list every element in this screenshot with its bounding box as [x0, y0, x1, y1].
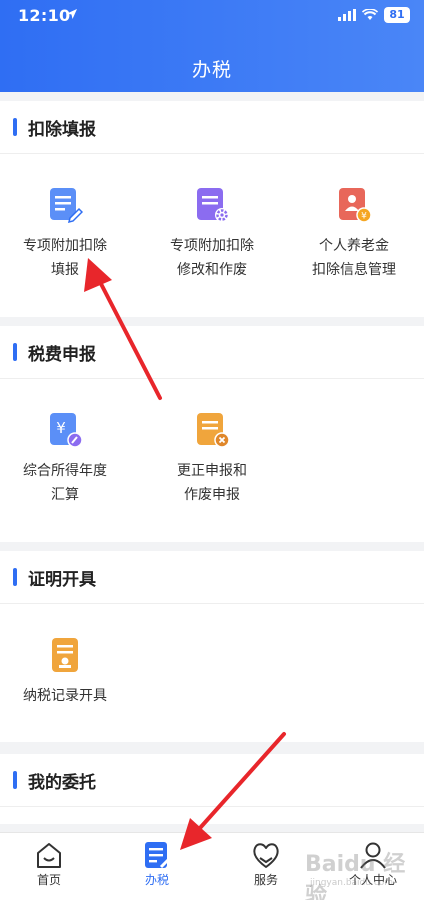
service-heart-icon [253, 843, 279, 868]
section-header: 证明开具 [0, 551, 424, 604]
tab-label: 首页 [36, 873, 61, 887]
item-label: 综合所得年度 汇算 [23, 463, 107, 503]
tab-service[interactable]: 服务 [226, 841, 306, 888]
section-header: 税费申报 [0, 326, 424, 379]
page-title: 办税 [191, 59, 232, 81]
section-title: 证明开具 [28, 570, 96, 590]
document-cancel-icon [197, 413, 230, 448]
pension-icon: ¥ [339, 188, 372, 223]
section-accent-bar [13, 343, 17, 361]
tab-home[interactable]: 首页 [9, 841, 89, 888]
section-accent-bar [13, 771, 17, 789]
item-correction-cancel-filing[interactable]: 更正申报和 作废申报 [147, 411, 277, 507]
section-title: 我的委托 [28, 773, 96, 793]
item-label: 更正申报和 作废申报 [177, 463, 247, 503]
svg-text:¥: ¥ [361, 212, 367, 222]
wifi-icon [362, 9, 378, 20]
tab-label: 服务 [253, 873, 278, 887]
section-accent-bar [13, 568, 17, 586]
section-my-delegation: 我的委托 [0, 754, 424, 824]
yuan-document-icon: ¥ [50, 413, 83, 448]
item-tax-record-certificate[interactable]: 纳税记录开具 [0, 636, 130, 708]
section-title: 扣除填报 [28, 120, 96, 140]
section-certificates: 证明开具 纳税记录开具 [0, 551, 424, 742]
tab-tax[interactable]: 办税 [117, 841, 197, 888]
item-label: 专项附加扣除 修改和作废 [170, 238, 254, 278]
section-header: 我的委托 [0, 754, 424, 807]
watermark-url: jingyan.baidu.com [310, 878, 394, 888]
watermark-logo: Baidu 经验 [305, 852, 406, 900]
tab-label: 办税 [144, 873, 169, 887]
signal-icon [338, 9, 356, 21]
battery-indicator: 81 [384, 7, 410, 23]
section-accent-bar [13, 118, 17, 136]
item-label: 个人养老金 扣除信息管理 [312, 238, 396, 278]
status-time: 12:10 [18, 6, 71, 25]
document-edit-icon [50, 188, 83, 224]
app-header: 12:10 81 办税 [0, 0, 424, 92]
section-title: 税费申报 [28, 345, 96, 365]
section-tax-filing: 税费申报 ¥ 综合所得年度 汇算 更正申报和 作废申报 [0, 326, 424, 542]
item-special-deduction-modify[interactable]: 专项附加扣除 修改和作废 [147, 186, 277, 282]
tax-document-icon [145, 842, 172, 869]
document-settings-icon [197, 188, 229, 222]
svg-text:¥: ¥ [56, 419, 66, 437]
item-label: 专项附加扣除 填报 [23, 238, 107, 278]
location-arrow-icon [67, 9, 77, 19]
item-pension-deduction[interactable]: ¥ 个人养老金 扣除信息管理 [289, 186, 419, 282]
item-special-deduction-fill[interactable]: 专项附加扣除 填报 [0, 186, 130, 282]
item-label: 纳税记录开具 [23, 688, 107, 704]
home-icon [37, 843, 61, 868]
item-annual-settlement[interactable]: ¥ 综合所得年度 汇算 [0, 411, 130, 507]
section-header: 扣除填报 [0, 101, 424, 154]
section-deduction: 扣除填报 专项附加扣除 填报 专项附加扣除 修改和作废 ¥ 个人养老金 扣除信息… [0, 101, 424, 317]
status-indicators: 81 [338, 7, 410, 23]
certificate-icon [52, 638, 78, 672]
